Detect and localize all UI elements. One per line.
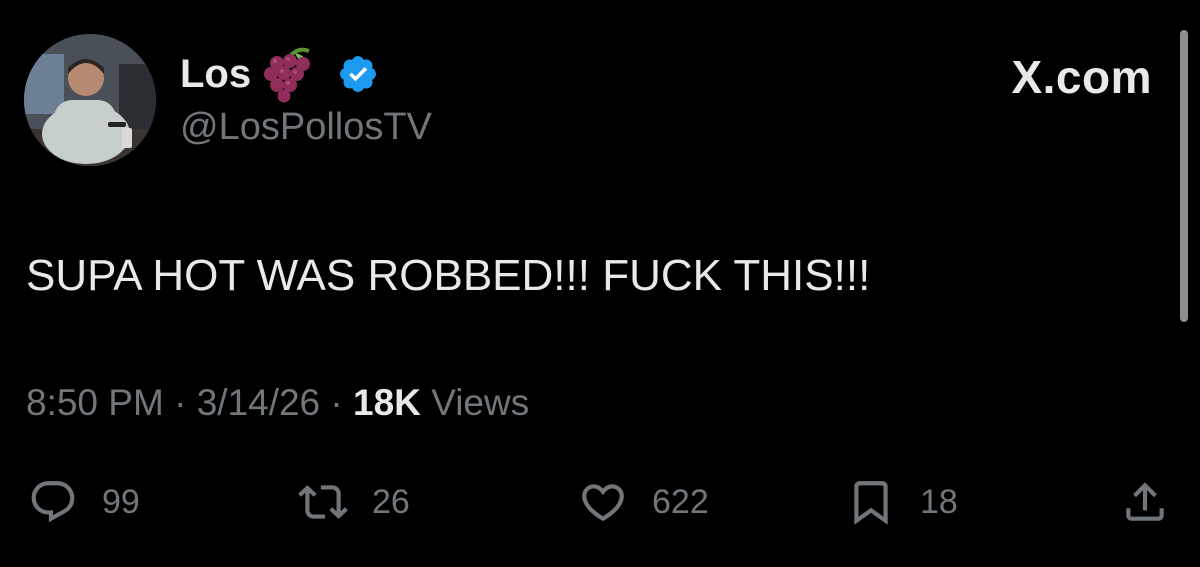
like-count: 622 [652,483,709,521]
bookmark-icon [854,481,888,525]
action-bar: 99 26 622 18 [0,470,1200,534]
bookmark-count: 18 [920,483,958,521]
author-display-name[interactable]: Los [180,54,251,94]
avatar[interactable] [24,34,156,166]
bookmark-button[interactable]: 18 [846,470,958,534]
author-handle[interactable]: @LosPollosTV [180,108,432,146]
reply-count: 99 [102,483,140,521]
heart-icon [582,484,624,522]
share-icon [1126,482,1164,521]
repost-count: 26 [372,483,410,521]
share-button[interactable] [1120,470,1170,534]
verified-badge-icon[interactable] [337,53,379,95]
views-count: 18K [353,382,421,423]
brand-watermark: X.com [1011,52,1152,102]
tweet-text: SUPA HOT WAS ROBBED!!! FUCK THIS!!! [26,251,871,300]
views-label: Views [431,382,530,423]
repost-icon [298,485,348,519]
like-button[interactable]: 622 [578,470,709,534]
repost-button[interactable]: 26 [298,470,410,534]
reply-button[interactable]: 99 [28,470,140,534]
reply-icon [31,481,75,523]
grapes-icon [264,47,311,103]
scrollbar[interactable] [1180,30,1188,322]
tweet-time[interactable]: 8:50 PM [26,382,164,423]
meta-separator: · [330,382,343,423]
author-name-row: Los [180,44,379,104]
avatar-photo [24,34,156,166]
brand-label: X.com [1011,51,1152,103]
tweet-date[interactable]: 3/14/26 [197,382,320,423]
tweet-meta: 8:50 PM · 3/14/26 · 18K Views [26,384,529,421]
meta-separator: · [174,382,187,423]
